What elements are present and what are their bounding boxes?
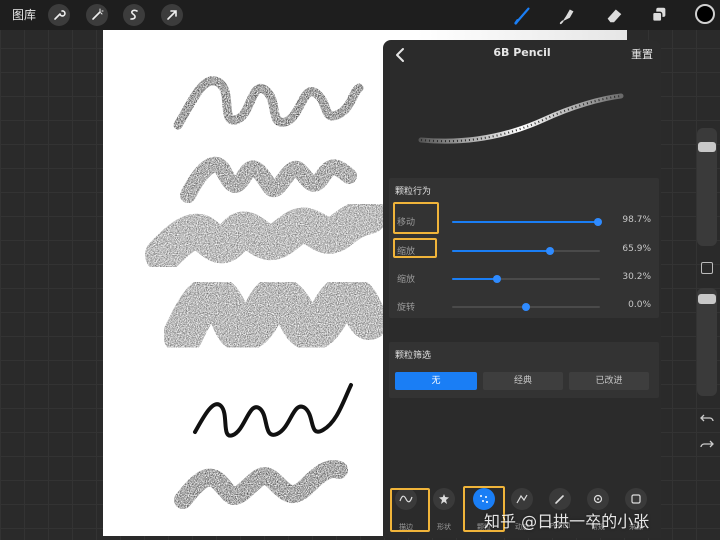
sample-stroke-5 [193,383,353,438]
rotation-slider[interactable] [452,303,600,311]
brush-size-slider[interactable] [697,128,717,246]
slider-value: 98.7% [622,215,651,225]
brush-settings-panel: 6B Pencil 重置 颗粒行为 移动 98.7% 缩放 65.9% 缩放 3… [383,40,661,538]
highlight-box [390,488,430,532]
source-icon [625,488,647,510]
zoom-slider[interactable] [452,275,600,283]
movement-slider[interactable] [452,218,602,226]
watermark-text: 知乎 @日拱一卒的小张 [484,512,650,531]
sample-stroke-3 [145,198,387,273]
brush-name-title: 6B Pencil [493,46,551,59]
slider-knob[interactable] [522,303,530,311]
slider-knob[interactable] [493,275,501,283]
transform-arrow-icon[interactable] [161,4,183,26]
slider-knob[interactable] [546,247,554,255]
magic-wand-icon[interactable] [86,4,108,26]
redo-icon[interactable] [700,438,714,452]
grain-behavior-section: 颗粒行为 移动 98.7% 缩放 65.9% 缩放 30.2% 旋转 0.0% [389,178,659,318]
smudge-icon[interactable] [556,4,580,26]
panel-header: 6B Pencil 重置 [383,40,661,70]
sample-stroke-2 [180,156,357,203]
slider-knob[interactable] [594,218,602,226]
sample-stroke-4 [163,274,389,355]
dynamics-icon [511,488,533,510]
grain-filter-title: 颗粒筛选 [395,351,432,361]
pencil-icon [549,488,571,510]
slider-row-zoom: 缩放 30.2% [389,269,659,289]
sample-stroke-6 [174,460,348,509]
top-toolbar: 图库 [0,0,720,30]
brush-icon[interactable] [511,4,535,26]
gallery-button[interactable]: 图库 [12,6,36,23]
opacity-thumb[interactable] [698,294,716,304]
scale-slider[interactable] [452,247,600,255]
filter-option-improved[interactable]: 已改进 [569,372,649,390]
sample-stroke-1 [173,76,364,130]
reset-button[interactable]: 重置 [631,46,653,62]
layers-icon[interactable] [647,4,671,26]
filter-option-none[interactable]: 无 [395,372,477,390]
highlight-box [393,202,439,234]
tab-label: 形状 [437,523,451,531]
tab-shape[interactable]: 形状 [427,486,461,532]
grain-filter-section: 颗粒筛选 无 经典 已改进 [389,342,659,398]
slider-label: 缩放 [397,275,416,285]
brush-size-thumb[interactable] [698,142,716,152]
wrench-icon[interactable] [48,4,70,26]
selection-icon[interactable] [123,4,145,26]
filter-option-classic[interactable]: 经典 [483,372,563,390]
undo-icon[interactable] [700,412,714,426]
eraser-icon[interactable] [602,4,626,26]
slider-value: 65.9% [622,244,651,254]
slider-label: 旋转 [397,303,416,313]
slider-value: 30.2% [622,272,651,282]
highlight-box [393,238,437,258]
slider-row-rotation: 旋转 0.0% [389,297,659,317]
general-icon [587,488,609,510]
slider-value: 0.0% [628,300,651,310]
opacity-slider[interactable] [697,288,717,396]
shape-icon [433,488,455,510]
color-picker-swatch[interactable] [695,4,715,24]
grain-behavior-title: 颗粒行为 [395,187,432,197]
eyedropper-square-button[interactable] [701,262,713,274]
